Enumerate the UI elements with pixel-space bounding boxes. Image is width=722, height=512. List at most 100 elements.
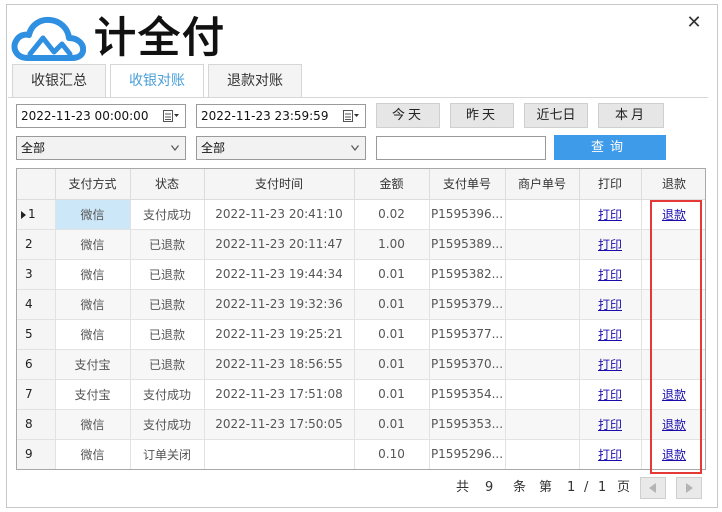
cell-amount: 0.01	[354, 409, 430, 440]
column-header-status[interactable]: 状态	[130, 169, 205, 200]
end-datetime-picker[interactable]: 2022-11-23 23:59:59	[196, 104, 366, 128]
print-link[interactable]: 打印	[598, 298, 622, 312]
cell-status: 已退款	[130, 319, 205, 350]
cell-status: 已退款	[130, 259, 205, 290]
tab-cashier-summary[interactable]: 收银汇总	[12, 64, 106, 97]
cell-merchant-no	[505, 229, 580, 260]
table-row[interactable]: 1 微信 支付成功 2022-11-23 20:41:10 0.02 P1595396..…	[17, 199, 705, 230]
cell-merchant-no	[505, 319, 580, 350]
pager-total-count: 9	[485, 480, 494, 495]
column-header-refund: 退款	[641, 169, 705, 200]
pager-total-suffix: 条	[513, 480, 527, 495]
cell-order-no: P1595354...	[429, 379, 506, 410]
row-number: 6	[17, 349, 56, 380]
chevron-down-icon	[171, 145, 179, 151]
cloud-logo-icon	[11, 16, 86, 61]
start-datetime-value: 2022-11-23 00:00:00	[21, 109, 149, 123]
table-row[interactable]: 3 微信 已退款 2022-11-23 19:44:34 0.01 P1595382...…	[17, 259, 705, 290]
row-number: 7	[17, 379, 56, 410]
triangle-left-icon	[649, 483, 656, 493]
column-header-method[interactable]: 支付方式	[55, 169, 131, 200]
cell-refund: 退款	[641, 409, 705, 440]
print-link[interactable]: 打印	[598, 238, 622, 252]
calendar-dropdown-icon[interactable]	[343, 109, 359, 123]
pager-page-separator: /	[584, 480, 589, 495]
table-row[interactable]: 8 微信 支付成功 2022-11-23 17:50:05 0.01 P1595353..…	[17, 409, 705, 440]
table-row[interactable]: 5 微信 已退款 2022-11-23 19:25:21 0.01 P1595377...…	[17, 319, 705, 350]
today-button[interactable]: 今天	[376, 103, 440, 128]
cell-status: 支付成功	[130, 379, 205, 410]
print-link[interactable]: 打印	[598, 358, 622, 372]
table-row[interactable]: 4 微信 已退款 2022-11-23 19:32:36 0.01 P1595379...…	[17, 289, 705, 320]
chevron-down-icon	[351, 145, 359, 151]
end-datetime-value: 2022-11-23 23:59:59	[201, 109, 329, 123]
cell-merchant-no	[505, 349, 580, 380]
close-icon[interactable]: ✕	[683, 12, 705, 34]
cell-status: 已退款	[130, 229, 205, 260]
cell-refund: 退款	[641, 439, 705, 469]
tab-refund-reconcile[interactable]: 退款对账	[208, 64, 302, 97]
cell-amount: 0.02	[354, 199, 430, 230]
refund-link[interactable]: 退款	[662, 448, 686, 462]
tab-cashier-reconcile[interactable]: 收银对账	[110, 64, 204, 98]
column-header-print: 打印	[579, 169, 642, 200]
table-row[interactable]: 6 支付宝 已退款 2022-11-23 18:56:55 0.01 P1595370..…	[17, 349, 705, 380]
status-select[interactable]: 全部	[196, 136, 366, 160]
table-row[interactable]: 2 微信 已退款 2022-11-23 20:11:47 1.00 P1595389...…	[17, 229, 705, 260]
print-link[interactable]: 打印	[598, 208, 622, 222]
print-link[interactable]: 打印	[598, 418, 622, 432]
tab-bar: 收银汇总 收银对账 退款对账	[12, 64, 306, 98]
cell-status: 订单关闭	[130, 439, 205, 469]
refund-link[interactable]: 退款	[662, 418, 686, 432]
refund-link[interactable]: 退款	[662, 388, 686, 402]
cell-amount: 0.01	[354, 379, 430, 410]
cell-method: 微信	[55, 259, 131, 290]
calendar-dropdown-icon[interactable]	[163, 109, 179, 123]
payment-method-select[interactable]: 全部	[16, 136, 186, 160]
search-input[interactable]	[376, 136, 546, 160]
cell-print: 打印	[579, 439, 642, 469]
column-header-order-no[interactable]: 支付单号	[429, 169, 506, 200]
cell-amount: 0.01	[354, 349, 430, 380]
row-number-label: 1	[28, 207, 36, 221]
table-row[interactable]: 9 微信 订单关闭 0.10 P1595296... 打印 退款	[17, 439, 705, 469]
start-datetime-picker[interactable]: 2022-11-23 00:00:00	[16, 104, 186, 128]
cell-time: 2022-11-23 20:41:10	[204, 199, 355, 230]
brand-logo: 计全付	[10, 12, 226, 64]
cell-order-no: P1595379...	[429, 289, 506, 320]
cell-method: 微信	[55, 439, 131, 469]
refund-link[interactable]: 退款	[662, 208, 686, 222]
cell-print: 打印	[579, 259, 642, 290]
row-number: 2	[17, 229, 56, 260]
row-number: 3	[17, 259, 56, 290]
cell-method: 微信	[55, 319, 131, 350]
column-header-merchant-no[interactable]: 商户单号	[505, 169, 580, 200]
column-header-time[interactable]: 支付时间	[204, 169, 355, 200]
cell-amount: 1.00	[354, 229, 430, 260]
triangle-right-icon	[686, 483, 693, 493]
yesterday-button[interactable]: 昨天	[450, 103, 514, 128]
cell-refund: 退款	[641, 379, 705, 410]
cell-merchant-no	[505, 289, 580, 320]
cell-print: 打印	[579, 199, 642, 230]
prev-page-button[interactable]	[640, 477, 666, 499]
print-link[interactable]: 打印	[598, 448, 622, 462]
last-7-days-button[interactable]: 近七日	[524, 103, 588, 128]
cell-amount: 0.01	[354, 259, 430, 290]
cell-refund	[641, 349, 705, 380]
this-month-button[interactable]: 本月	[598, 103, 664, 128]
cell-time: 2022-11-23 17:50:05	[204, 409, 355, 440]
next-page-button[interactable]	[676, 477, 702, 499]
table-row[interactable]: 7 支付宝 支付成功 2022-11-23 17:51:08 0.01 P1595354.…	[17, 379, 705, 410]
pager-page-prefix: 第	[539, 480, 553, 495]
print-link[interactable]: 打印	[598, 328, 622, 342]
cell-refund	[641, 289, 705, 320]
query-button[interactable]: 查询	[554, 135, 666, 160]
print-link[interactable]: 打印	[598, 388, 622, 402]
cell-time: 2022-11-23 20:11:47	[204, 229, 355, 260]
column-header-amount[interactable]: 金额	[354, 169, 430, 200]
print-link[interactable]: 打印	[598, 268, 622, 282]
brand-name: 计全付	[94, 13, 227, 62]
cell-merchant-no	[505, 259, 580, 290]
cell-print: 打印	[579, 319, 642, 350]
